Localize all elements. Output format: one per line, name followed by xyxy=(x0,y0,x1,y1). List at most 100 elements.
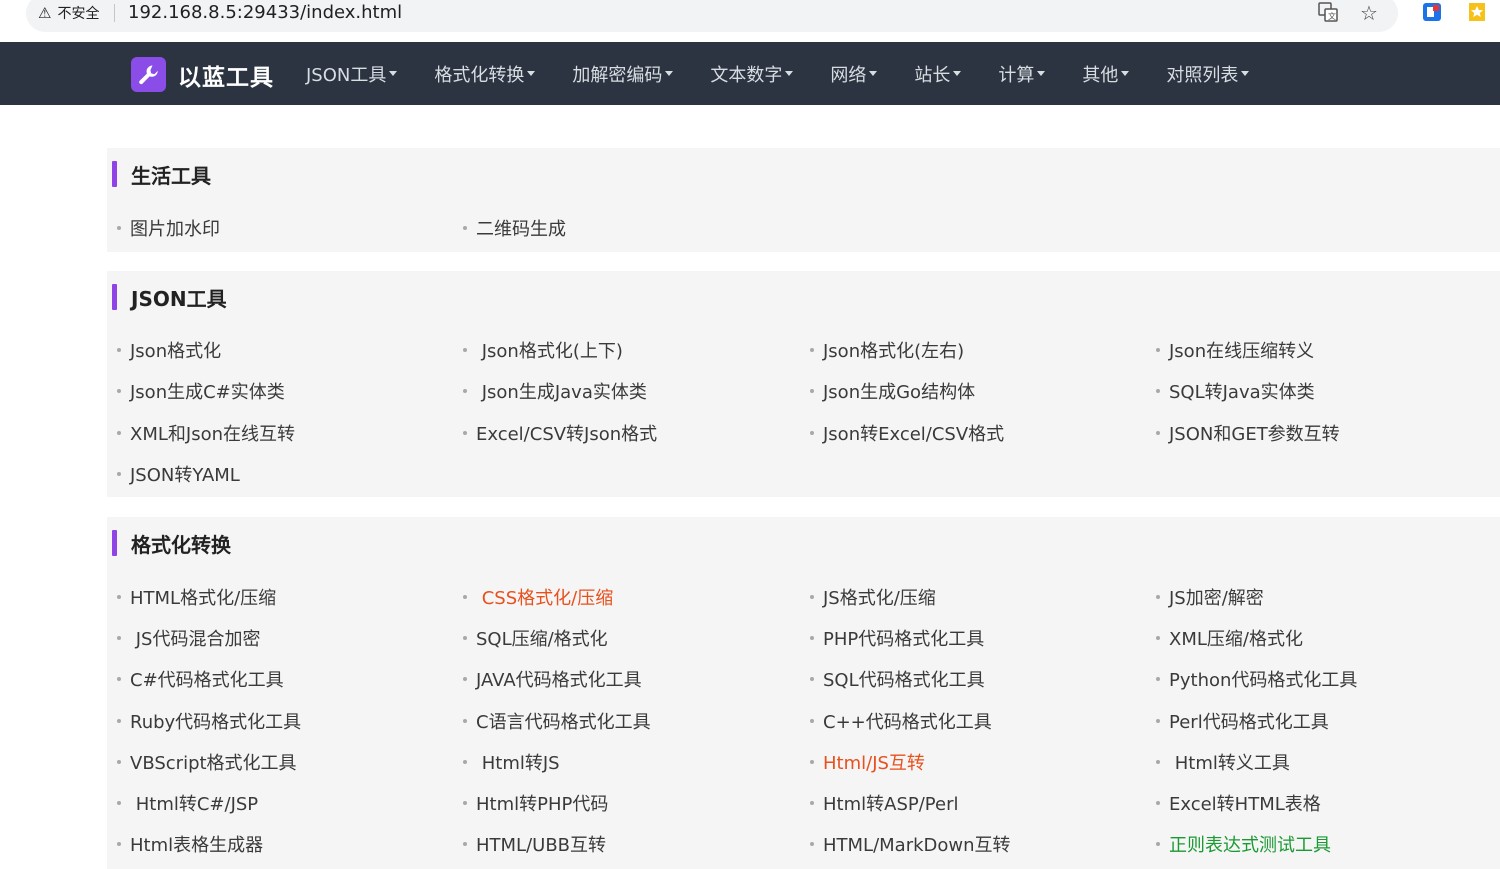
bullet-dot-icon xyxy=(1156,718,1160,723)
tool-link[interactable]: Perl代码格式化工具 xyxy=(1156,709,1329,733)
tool-link[interactable]: JS加密/解密 xyxy=(1156,585,1264,609)
tool-link[interactable]: Json格式化 xyxy=(117,338,221,362)
tool-link[interactable]: Json生成C#实体类 xyxy=(117,379,285,403)
section-title: 格式化转换 xyxy=(131,532,231,557)
bullet-dot-icon xyxy=(117,759,121,764)
tool-link-label: HTML格式化/压缩 xyxy=(130,588,277,609)
nav-item-2[interactable]: 加解密编码 xyxy=(572,61,674,87)
tool-link[interactable]: Html转义工具 xyxy=(1156,750,1290,774)
nav-item-label: 加解密编码 xyxy=(572,64,663,86)
bookmark-star-icon[interactable]: ☆ xyxy=(1357,2,1381,24)
tool-link[interactable]: JSON转YAML xyxy=(117,462,240,486)
tool-link[interactable]: SQL转Java实体类 xyxy=(1156,379,1315,403)
tool-link[interactable]: Json格式化(左右) xyxy=(810,338,964,362)
tool-link[interactable]: CSS格式化/压缩 xyxy=(463,585,613,609)
bookmark-extension-icon[interactable] xyxy=(1465,2,1489,24)
tool-link-label: SQL代码格式化工具 xyxy=(823,670,985,692)
bullet-dot-icon xyxy=(1156,389,1160,394)
nav-item-3[interactable]: 文本数字 xyxy=(710,61,794,87)
tool-link[interactable]: Html表格生成器 xyxy=(117,832,263,856)
tool-link[interactable]: Json生成Go结构体 xyxy=(810,379,975,403)
section-header: 格式化转换 xyxy=(112,530,231,557)
tool-link[interactable]: HTML格式化/压缩 xyxy=(117,585,276,609)
bullet-dot-icon xyxy=(810,677,814,682)
tool-link[interactable]: 正则表达式测试工具 xyxy=(1156,832,1331,856)
caret-down-icon xyxy=(869,71,878,76)
tool-link[interactable]: Html转ASP/Perl xyxy=(810,791,958,815)
url-text[interactable]: 192.168.8.5:29433/index.html xyxy=(128,1,402,25)
nav-menu: JSON工具 格式化转换 加解密编码 文本数字 网络 站长 计算 其他 对照列表 xyxy=(306,42,1286,105)
tool-link[interactable]: Html/JS互转 xyxy=(810,750,925,774)
bullet-dot-icon xyxy=(1156,759,1160,764)
tool-link[interactable]: JS格式化/压缩 xyxy=(810,585,936,609)
extension-icon[interactable] xyxy=(1420,2,1444,24)
tool-link[interactable]: Excel转HTML表格 xyxy=(1156,791,1321,815)
tool-link-label: PHP代码格式化工具 xyxy=(823,629,985,651)
tool-link-label: Html转PHP代码 xyxy=(476,794,609,815)
nav-item-1[interactable]: 格式化转换 xyxy=(434,61,536,87)
tool-link[interactable]: XML压缩/格式化 xyxy=(1156,626,1303,650)
tool-link[interactable]: VBScript格式化工具 xyxy=(117,750,297,774)
bullet-dot-icon xyxy=(810,759,814,764)
bullet-dot-icon xyxy=(810,430,814,435)
tool-link[interactable]: Json在线压缩转义 xyxy=(1156,338,1314,362)
bullet-dot-icon xyxy=(117,718,121,723)
tool-link[interactable]: Html转JS xyxy=(463,750,560,774)
nav-item-label: JSON工具 xyxy=(306,64,387,86)
tool-link-label: Json格式化(上下) xyxy=(476,341,623,362)
section-title: JSON工具 xyxy=(131,286,227,311)
tool-link[interactable]: 二维码生成 xyxy=(463,216,566,240)
section-life-tools: 生活工具 图片加水印 二维码生成 xyxy=(107,148,1500,252)
bullet-dot-icon xyxy=(810,348,814,352)
section-accent-bar xyxy=(112,530,117,556)
tool-link[interactable]: Html转PHP代码 xyxy=(463,791,608,815)
tool-link-label: Html转ASP/Perl xyxy=(823,794,959,815)
nav-item-5[interactable]: 站长 xyxy=(914,61,962,87)
tool-link[interactable]: JS代码混合加密 xyxy=(117,626,260,650)
tool-link[interactable]: C++代码格式化工具 xyxy=(810,709,992,733)
tool-link[interactable]: SQL代码格式化工具 xyxy=(810,667,985,691)
security-indicator[interactable]: ⚠ 不安全 xyxy=(38,2,99,24)
nav-item-0[interactable]: JSON工具 xyxy=(306,61,398,87)
bullet-dot-icon xyxy=(117,226,121,230)
tool-link-label: HTML/MarkDown互转 xyxy=(823,835,1011,857)
caret-down-icon xyxy=(1241,71,1250,76)
tool-link[interactable]: JAVA代码格式化工具 xyxy=(463,667,642,691)
bullet-dot-icon xyxy=(463,677,467,682)
tool-link[interactable]: Json生成Java实体类 xyxy=(463,379,647,403)
tool-link[interactable]: Json转Excel/CSV格式 xyxy=(810,421,1004,445)
nav-item-6[interactable]: 计算 xyxy=(998,61,1046,87)
nav-item-label: 格式化转换 xyxy=(434,64,525,86)
bullet-dot-icon xyxy=(463,226,467,230)
tool-link-label: XML和Json在线互转 xyxy=(130,423,295,445)
tool-link[interactable]: XML和Json在线互转 xyxy=(117,421,295,445)
section-accent-bar xyxy=(112,161,117,187)
tool-link[interactable]: C语言代码格式化工具 xyxy=(463,709,651,733)
caret-down-icon xyxy=(665,71,674,76)
nav-item-label: 文本数字 xyxy=(710,64,783,86)
translate-icon[interactable]: 文 xyxy=(1316,2,1340,24)
tool-link[interactable]: Ruby代码格式化工具 xyxy=(117,709,301,733)
tool-link[interactable]: JSON和GET参数互转 xyxy=(1156,421,1340,445)
nav-item-8[interactable]: 对照列表 xyxy=(1166,61,1250,87)
tool-link[interactable]: 图片加水印 xyxy=(117,216,220,240)
tool-link[interactable]: Html转C#/JSP xyxy=(117,791,258,815)
tool-link-label: Excel转HTML表格 xyxy=(1169,794,1321,815)
tool-link-label: C#代码格式化工具 xyxy=(130,670,284,692)
tool-link[interactable]: Json格式化(上下) xyxy=(463,338,623,362)
tool-link[interactable]: PHP代码格式化工具 xyxy=(810,626,984,650)
tool-link[interactable]: C#代码格式化工具 xyxy=(117,667,284,691)
nav-item-4[interactable]: 网络 xyxy=(830,61,878,87)
nav-item-7[interactable]: 其他 xyxy=(1082,61,1130,87)
tool-link[interactable]: HTML/UBB互转 xyxy=(463,832,606,856)
tool-link[interactable]: Excel/CSV转Json格式 xyxy=(463,421,657,445)
tool-link-label: JSON和GET参数互转 xyxy=(1169,423,1340,445)
brand-name: 以蓝工具 xyxy=(178,64,274,91)
tool-link-label: JS格式化/压缩 xyxy=(823,588,936,609)
bullet-dot-icon xyxy=(117,677,121,682)
tool-link[interactable]: Python代码格式化工具 xyxy=(1156,667,1357,691)
tool-link[interactable]: SQL压缩/格式化 xyxy=(463,626,608,650)
brand-logo[interactable]: 以蓝工具 xyxy=(131,57,274,92)
tool-link-label: Html转JS xyxy=(476,752,560,774)
tool-link[interactable]: HTML/MarkDown互转 xyxy=(810,832,1011,856)
